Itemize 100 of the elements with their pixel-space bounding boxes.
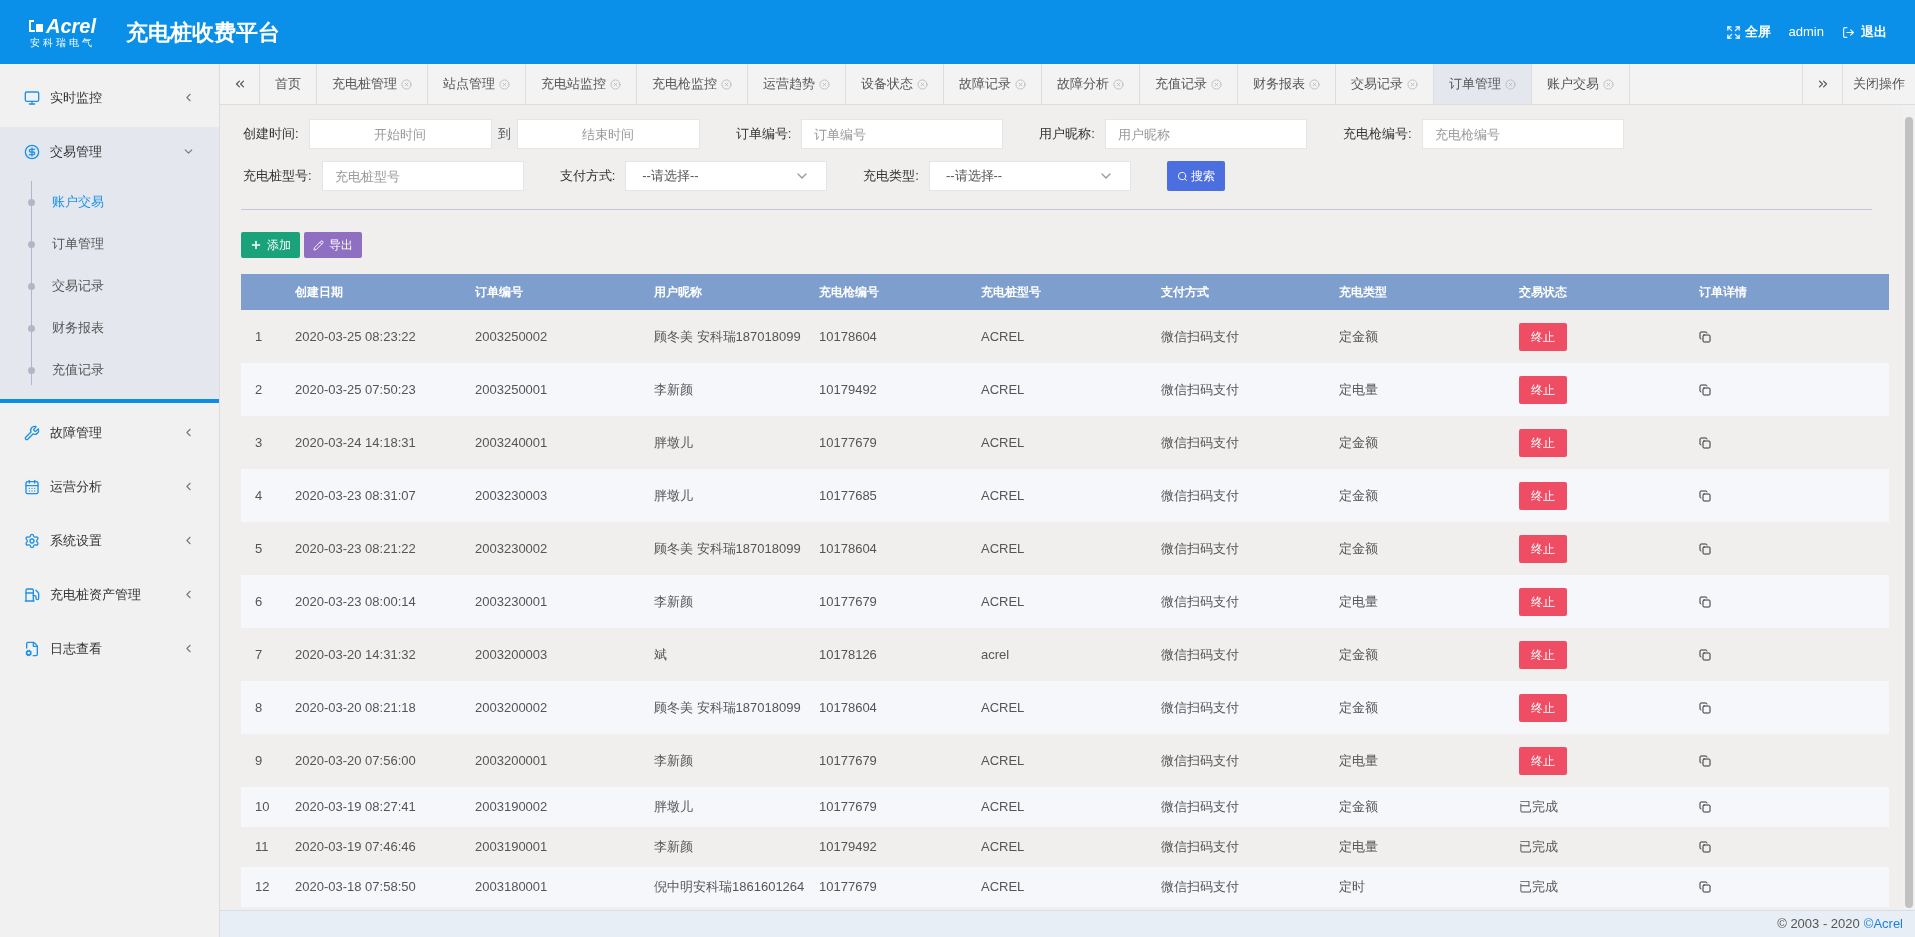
- close-icon[interactable]: [1015, 78, 1026, 90]
- tab[interactable]: 充电桩管理: [317, 64, 428, 104]
- table-cell: 2003190002: [475, 799, 548, 815]
- copy-icon[interactable]: [1699, 701, 1711, 714]
- copy-icon[interactable]: [1699, 648, 1711, 661]
- input-field[interactable]: 充电枪编号: [1421, 119, 1624, 149]
- table-cell: 定时: [1339, 879, 1365, 895]
- sidebar-item[interactable]: 系统设置: [0, 516, 219, 565]
- copy-icon[interactable]: [1699, 595, 1711, 608]
- sidebar-item[interactable]: 运营分析: [0, 462, 219, 511]
- close-icon[interactable]: [1309, 78, 1320, 90]
- column-header: 用户昵称: [654, 285, 702, 299]
- close-icon[interactable]: [1211, 78, 1222, 90]
- end-time-field[interactable]: 结束时间: [516, 119, 700, 149]
- terminate-button[interactable]: 终止: [1519, 693, 1567, 722]
- tab[interactable]: 故障记录: [944, 64, 1042, 104]
- copy-icon[interactable]: [1699, 801, 1711, 813]
- tab[interactable]: 首页: [260, 64, 317, 104]
- close-icon[interactable]: [819, 78, 830, 90]
- terminate-button[interactable]: 终止: [1519, 322, 1567, 351]
- field-label: 充电桩型号:: [243, 167, 312, 186]
- acrel-link[interactable]: ©Acrel: [1863, 914, 1903, 934]
- table-cell: 微信扫码支付: [1161, 752, 1239, 768]
- table-cell: 2020-03-23 08:00:14: [295, 593, 416, 609]
- close-icon[interactable]: [1407, 78, 1418, 90]
- table-cell: 顾冬美 安科瑞187018099: [654, 540, 801, 556]
- tab[interactable]: 充值记录: [1140, 64, 1238, 104]
- column-header: 支付方式: [1161, 285, 1209, 299]
- select-dropdown[interactable]: --请选择--: [625, 161, 828, 191]
- terminate-button[interactable]: 终止: [1519, 481, 1567, 510]
- export-button[interactable]: 导出: [304, 232, 362, 258]
- tab[interactable]: 运营趋势: [748, 64, 846, 104]
- field-label: 用户昵称:: [1039, 125, 1095, 144]
- sidebar-subitem[interactable]: 财务报表: [0, 307, 219, 349]
- select-dropdown[interactable]: --请选择--: [928, 161, 1131, 191]
- table-cell: 10178604: [819, 328, 877, 344]
- copy-icon[interactable]: [1699, 542, 1711, 555]
- copy-icon[interactable]: [1699, 841, 1711, 853]
- copy-icon[interactable]: [1699, 383, 1711, 396]
- table-cell: 微信扫码支付: [1161, 434, 1239, 450]
- tab[interactable]: 订单管理: [1434, 64, 1532, 104]
- tab[interactable]: 设备状态: [846, 64, 944, 104]
- close-icon[interactable]: [1505, 78, 1516, 90]
- table-cell: 李新颜: [654, 839, 693, 855]
- copy-icon[interactable]: [1699, 489, 1711, 502]
- table-cell: ACREL: [981, 381, 1025, 397]
- table-cell: 胖墩儿: [654, 799, 693, 815]
- sidebar-item[interactable]: 交易管理: [0, 127, 219, 176]
- sidebar-subitem[interactable]: 交易记录: [0, 265, 219, 307]
- sidebar-item[interactable]: 实时监控: [0, 73, 219, 122]
- input-field[interactable]: 充电桩型号: [321, 161, 524, 191]
- close-icon[interactable]: [610, 78, 621, 90]
- tab[interactable]: 站点管理: [428, 64, 526, 104]
- close-icon[interactable]: [917, 78, 928, 90]
- tab[interactable]: 财务报表: [1238, 64, 1336, 104]
- table-cell: 8: [255, 699, 263, 715]
- pencil-icon: [313, 239, 324, 251]
- copyright-text: © 2003 - 2020: [1777, 915, 1860, 934]
- table-cell: 定金额: [1339, 487, 1378, 503]
- close-icon[interactable]: [1603, 78, 1614, 90]
- close-icon[interactable]: [499, 78, 510, 90]
- column-header: 充电枪编号: [819, 285, 879, 299]
- table-cell: 2003180001: [475, 879, 548, 895]
- field-label: 订单编号:: [735, 125, 792, 144]
- input-field[interactable]: 用户昵称: [1104, 119, 1307, 149]
- table-cell: 2020-03-20 14:31:32: [295, 646, 416, 662]
- start-time-field[interactable]: 开始时间: [308, 119, 492, 149]
- tab[interactable]: 账户交易: [1532, 64, 1630, 104]
- close-icon[interactable]: [401, 78, 412, 90]
- table-cell: 10177679: [819, 879, 877, 895]
- copy-icon[interactable]: [1699, 330, 1711, 343]
- sidebar-subitem[interactable]: 充值记录: [0, 349, 219, 391]
- terminate-button[interactable]: 终止: [1519, 640, 1567, 669]
- close-icon[interactable]: [721, 78, 732, 90]
- table-cell: 微信扫码支付: [1161, 699, 1239, 715]
- table-cell: 定金额: [1339, 646, 1378, 662]
- table-cell: ACREL: [981, 699, 1025, 715]
- sidebar-item[interactable]: 日志查看: [0, 624, 219, 673]
- sidebar-item[interactable]: 故障管理: [0, 408, 219, 457]
- terminate-button[interactable]: 终止: [1519, 375, 1567, 404]
- table-cell: 4: [255, 487, 263, 503]
- table-cell: 2020-03-25 07:50:23: [295, 381, 416, 397]
- terminate-button[interactable]: 终止: [1519, 746, 1567, 775]
- table-cell: 微信扫码支付: [1161, 487, 1239, 503]
- terminate-button[interactable]: 终止: [1519, 534, 1567, 563]
- search-button[interactable]: 搜索: [1166, 161, 1225, 191]
- sidebar-subitem[interactable]: 订单管理: [0, 223, 219, 265]
- terminate-button[interactable]: 终止: [1519, 587, 1567, 616]
- tab[interactable]: 充电站监控: [526, 64, 637, 104]
- copy-icon[interactable]: [1699, 754, 1711, 767]
- table-cell: 2020-03-23 08:21:22: [295, 540, 416, 556]
- tab[interactable]: 故障分析: [1042, 64, 1140, 104]
- close-operations-button[interactable]: 关闭操作: [1842, 64, 1915, 104]
- terminate-button[interactable]: 终止: [1519, 428, 1567, 457]
- input-field[interactable]: 订单编号: [801, 119, 1004, 149]
- tab[interactable]: 充电枪监控: [637, 64, 748, 104]
- close-icon[interactable]: [1113, 78, 1124, 90]
- copy-icon[interactable]: [1699, 881, 1711, 893]
- sidebar-item[interactable]: 充电桩资产管理: [0, 570, 219, 619]
- copy-icon[interactable]: [1699, 436, 1711, 449]
